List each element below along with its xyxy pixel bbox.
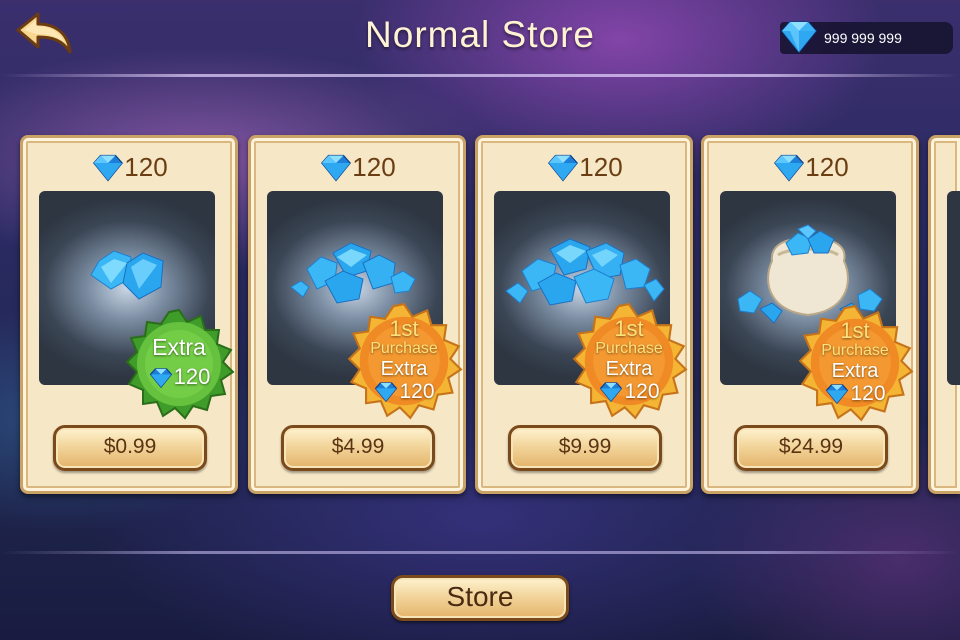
first-purchase-badge: 1st Purchase Extra 120 [796, 304, 914, 422]
first-purchase-badge: 1st Purchase Extra 120 [345, 302, 463, 420]
gem-amount: 120 [704, 152, 916, 188]
badge-first-label: 1st [614, 316, 644, 341]
diamond-icon [548, 154, 579, 181]
gem-amount-value: 120 [124, 152, 168, 182]
badge-bonus: 120 [345, 380, 463, 404]
diamond-icon [826, 384, 849, 405]
store-button[interactable]: Store [391, 575, 569, 621]
gem-amount-value: 120 [579, 152, 623, 182]
gem-pile-icon [90, 250, 164, 300]
gem-pile-icon [505, 238, 665, 306]
gem-amount: 120 [23, 152, 235, 188]
gem-pack-image [947, 191, 960, 385]
badge-extra-label: Extra [831, 360, 879, 382]
badge-bonus: 120 [796, 382, 914, 406]
footer-divider [0, 551, 960, 554]
product-card[interactable]: 120 1st Purchase Extra [475, 135, 693, 494]
diamond-icon [375, 382, 398, 403]
gem-amount: 120 [251, 152, 463, 188]
badge-bonus: 120 [123, 364, 235, 390]
badge-purchase-label: Purchase [595, 340, 663, 357]
currency-display: 999 999 999 [780, 21, 953, 54]
buy-button[interactable]: $9.99 [508, 425, 662, 471]
badge-purchase-label: Purchase [821, 342, 889, 359]
badge-bonus-value: 120 [624, 380, 660, 403]
buy-button[interactable]: $0.99 [53, 425, 207, 471]
diamond-icon [149, 368, 172, 389]
product-card[interactable]: 120 1st Purchase Extra [701, 135, 919, 494]
badge-first-label: 1st [389, 316, 419, 341]
badge-extra-label: Extra [605, 358, 653, 380]
badge-extra-label: Extra [152, 334, 206, 360]
badge-bonus-value: 120 [850, 382, 886, 405]
diamond-icon [321, 154, 352, 181]
header-divider [0, 74, 960, 77]
badge-first-label: 1st [840, 318, 870, 343]
badge-bonus-value: 120 [173, 364, 211, 389]
currency-amount: 999 999 999 [824, 30, 902, 46]
buy-button[interactable]: $24.99 [734, 425, 888, 471]
diamond-icon [600, 382, 623, 403]
gem-pile-icon [290, 242, 416, 304]
product-card-partial[interactable] [928, 135, 960, 494]
bonus-badge: Extra 120 [123, 308, 235, 420]
gem-amount-value: 120 [805, 152, 849, 182]
product-card[interactable]: 120 Extra 120 $0.99 [20, 135, 238, 494]
diamond-icon [93, 154, 124, 181]
badge-bonus-value: 120 [399, 380, 435, 403]
diamond-icon [781, 21, 817, 54]
badge-purchase-label: Purchase [370, 340, 438, 357]
product-card[interactable]: 120 1st Purchase Extra [248, 135, 466, 494]
first-purchase-badge: 1st Purchase Extra 120 [570, 302, 688, 420]
gem-amount: 120 [478, 152, 690, 188]
buy-button[interactable]: $4.99 [281, 425, 435, 471]
diamond-icon [774, 154, 805, 181]
badge-extra-label: Extra [380, 358, 428, 380]
badge-bonus: 120 [570, 380, 688, 404]
gem-amount-value: 120 [352, 152, 396, 182]
